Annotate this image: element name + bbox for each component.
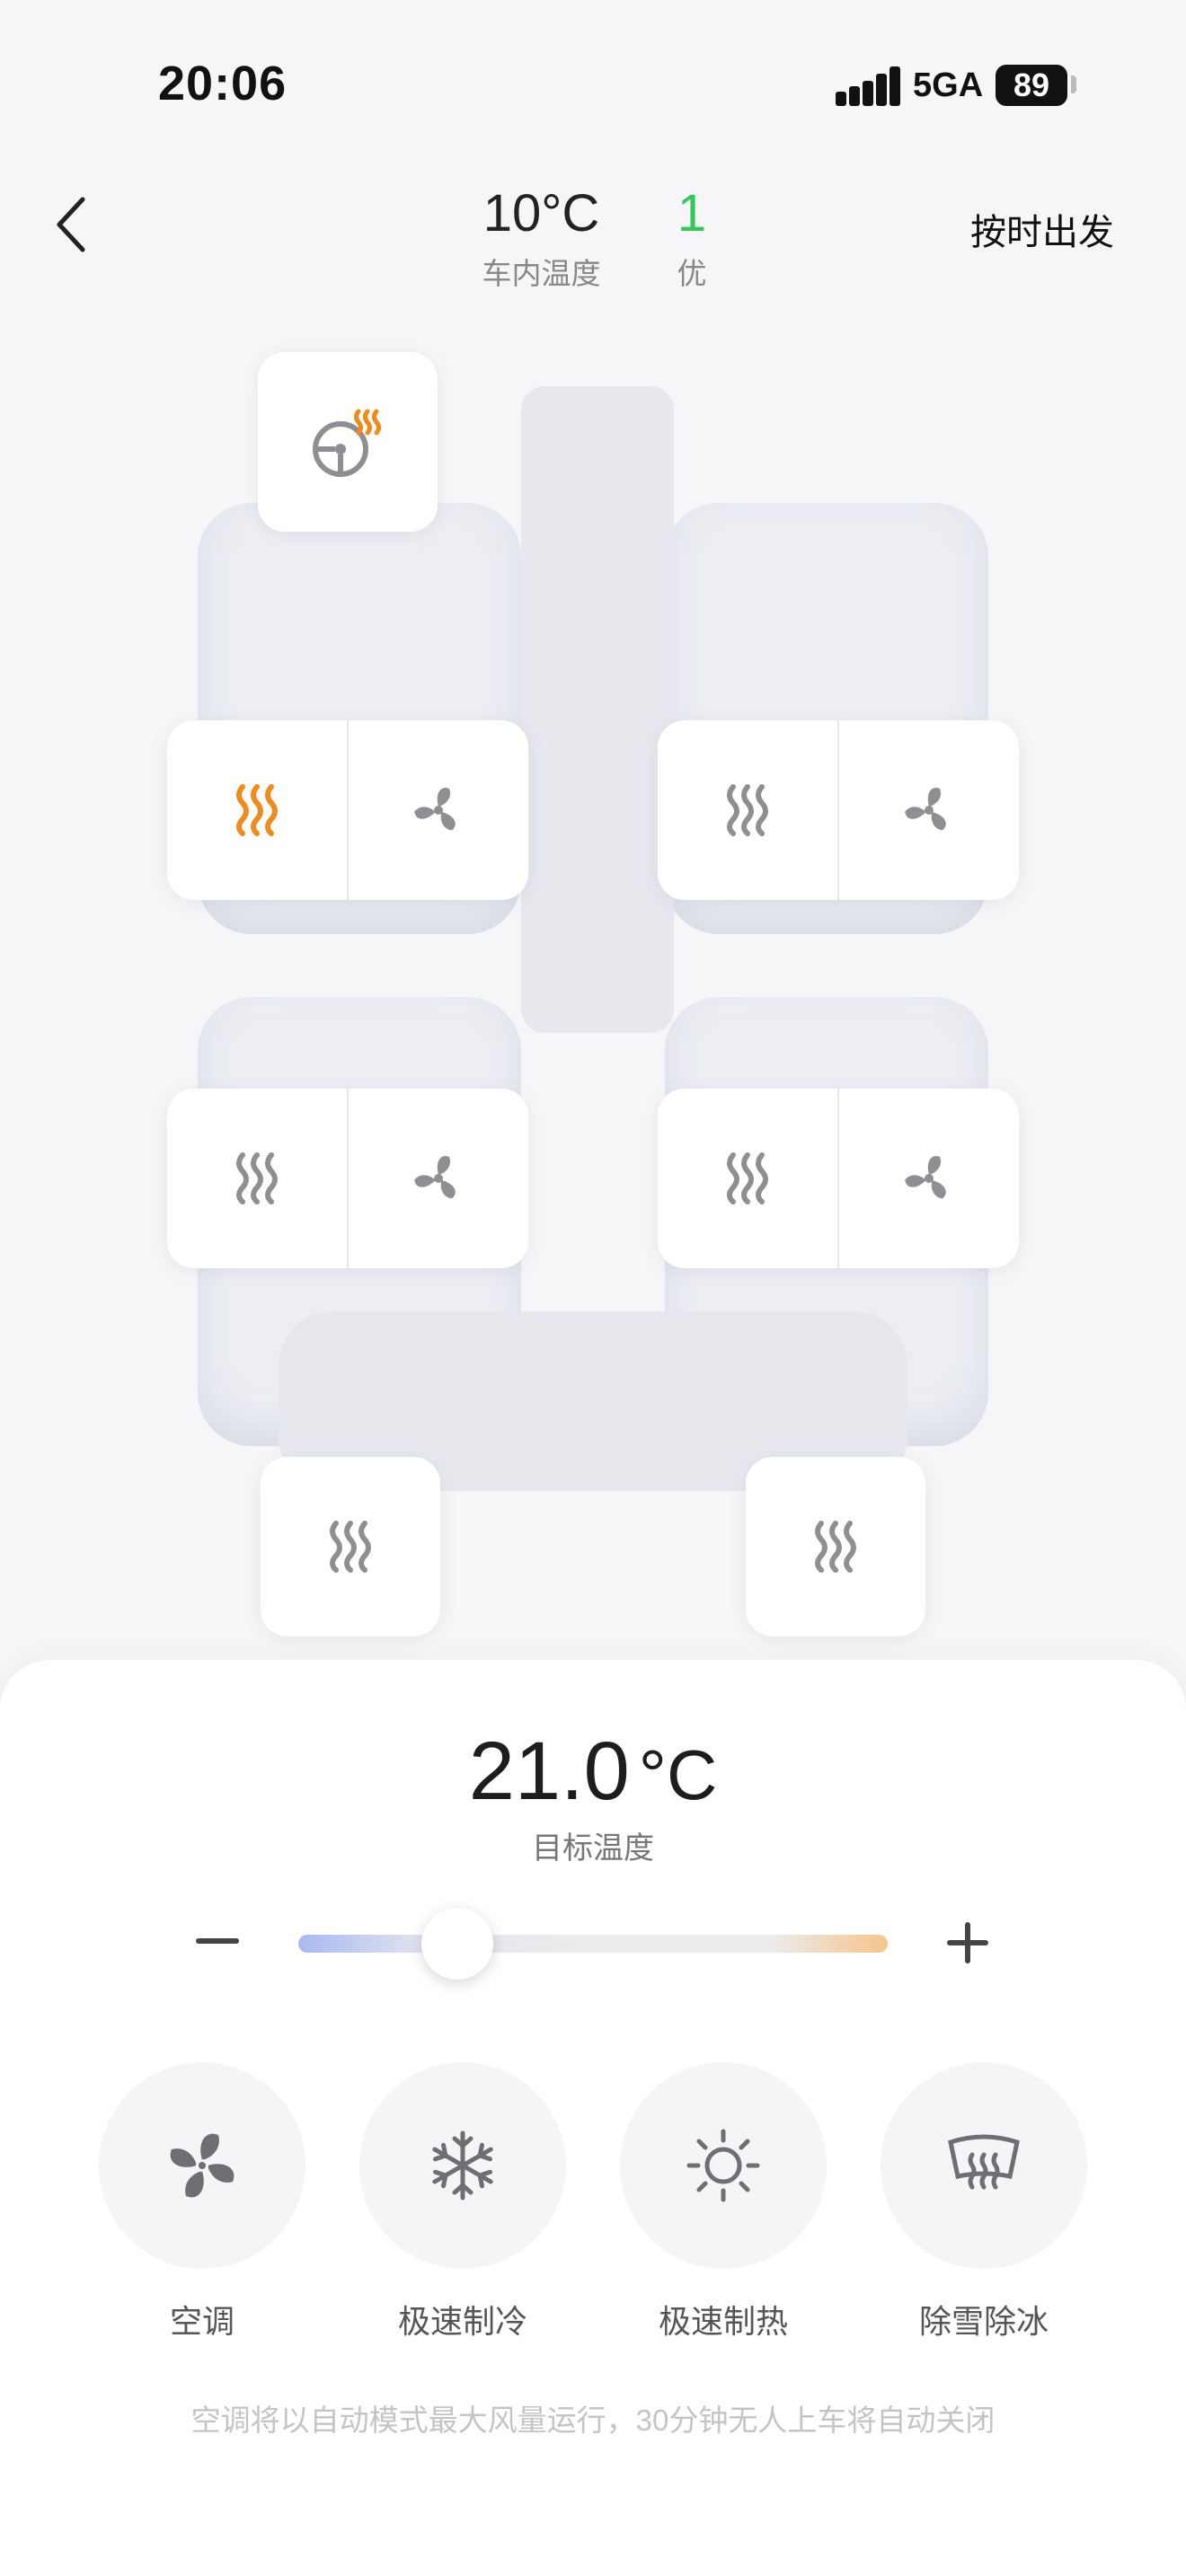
air-quality-value: 1 <box>677 184 707 243</box>
defrost-deice-button[interactable] <box>881 2062 1087 2269</box>
cellular-signal-icon <box>836 66 900 106</box>
rear-left-seat-heat-button[interactable] <box>167 1089 347 1268</box>
rapid-heating-label: 极速制热 <box>658 2303 788 2340</box>
seat-heat-icon <box>330 1521 371 1573</box>
target-temperature-label: 目标温度 <box>532 1831 654 1866</box>
seat-heat-icon <box>727 1152 768 1204</box>
snowflake-icon <box>432 2130 493 2201</box>
cabin-temperature-label: 车内温度 <box>482 257 601 290</box>
temperature-slider-thumb[interactable] <box>421 1908 494 1980</box>
target-temperature-unit: °C <box>638 1735 718 1814</box>
fan-icon <box>170 2133 235 2198</box>
chevron-left-icon <box>57 197 85 252</box>
air-conditioning-button[interactable] <box>99 2062 305 2269</box>
ac-auto-mode-note: 空调将以自动模式最大风量运行，30分钟无人上车将自动关闭 <box>190 2404 996 2437</box>
rear-right-seat-heat-button[interactable] <box>658 1089 837 1268</box>
rear-right-seat-controls <box>658 1089 1019 1268</box>
seat-heat-icon <box>236 1152 278 1204</box>
third-row-left-heat-button[interactable] <box>261 1457 440 1636</box>
fan-icon <box>905 1156 946 1199</box>
steering-wheel-heat-icon <box>313 409 381 477</box>
temperature-slider-track[interactable] <box>298 1935 888 1953</box>
seat-heat-icon <box>236 784 278 836</box>
fan-icon <box>414 1156 456 1199</box>
status-time: 20:06 <box>158 57 288 110</box>
seat-heat-icon <box>727 784 768 836</box>
cabin-temperature: 10°C <box>482 184 600 243</box>
front-right-seat-ventilation-button[interactable] <box>837 720 1019 900</box>
fan-icon <box>414 788 456 831</box>
front-left-seat-heat-button[interactable] <box>167 720 347 900</box>
back-button[interactable] <box>47 192 97 257</box>
defrost-deice-label: 除雪除冰 <box>918 2303 1049 2340</box>
rapid-cooling-button[interactable] <box>359 2062 566 2269</box>
front-left-seat-controls <box>167 720 528 900</box>
rear-right-seat-ventilation-button[interactable] <box>837 1089 1019 1268</box>
rear-left-seat-ventilation-button[interactable] <box>347 1089 528 1268</box>
front-right-seat-heat-button[interactable] <box>658 720 837 900</box>
fan-icon <box>905 788 946 831</box>
windshield-defrost-icon <box>948 2134 1020 2190</box>
sun-icon <box>686 2129 760 2202</box>
seat-heat-icon <box>815 1521 856 1573</box>
rear-left-seat-controls <box>167 1089 528 1268</box>
front-right-seat-controls <box>658 720 1019 900</box>
third-row-right-heat-button[interactable] <box>746 1457 925 1636</box>
air-quality-label: 优 <box>677 257 707 290</box>
front-left-seat-ventilation-button[interactable] <box>347 720 528 900</box>
timed-departure-link[interactable]: 按时出发 <box>970 203 1114 255</box>
target-temperature-value: 21.0 <box>468 1725 630 1817</box>
battery-icon <box>1071 75 1076 93</box>
decrease-temperature-button[interactable] <box>196 1938 239 1944</box>
battery-level: 89 <box>996 65 1067 106</box>
increase-temperature-button[interactable] <box>947 1922 988 1963</box>
network-type: 5GA <box>913 66 984 104</box>
rapid-heating-button[interactable] <box>620 2062 827 2269</box>
target-temperature-display: 21.0 °C <box>0 1725 1186 1819</box>
steering-wheel-heat-button[interactable] <box>258 352 438 532</box>
air-conditioning-label: 空调 <box>169 2303 235 2340</box>
rapid-cooling-label: 极速制冷 <box>397 2303 527 2340</box>
